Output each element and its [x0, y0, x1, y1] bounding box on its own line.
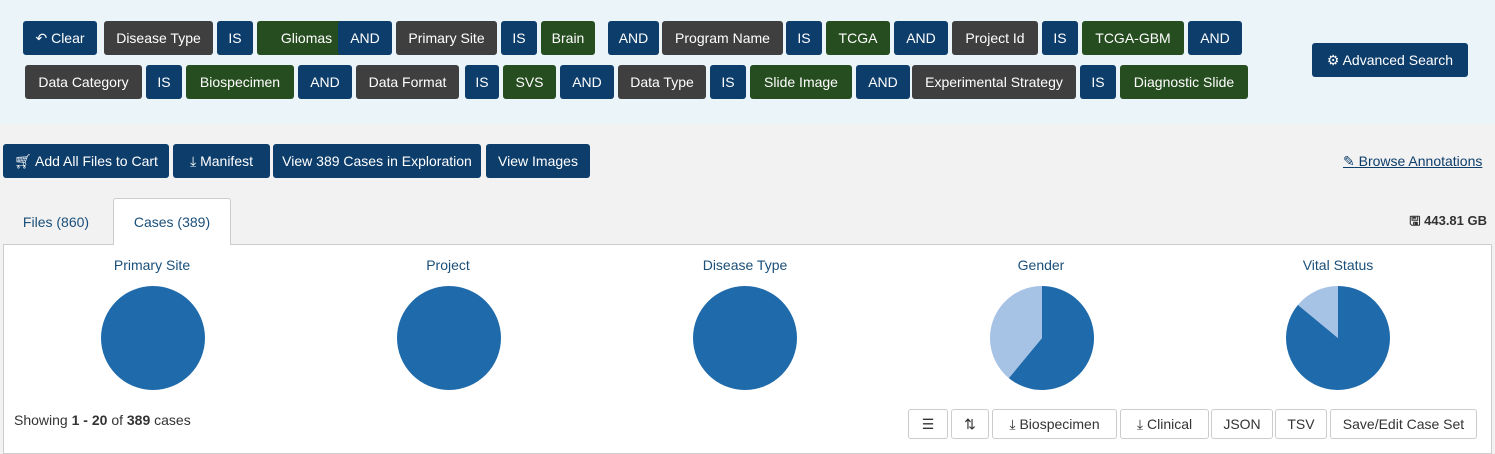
query-operator-chip[interactable]: IS: [146, 65, 182, 99]
download-clinical-button[interactable]: ⤓ Clinical: [1120, 409, 1209, 439]
edit-icon: ✎: [1343, 153, 1355, 169]
json-export-button[interactable]: JSON: [1211, 409, 1273, 439]
pie-slice[interactable]: [397, 286, 501, 390]
download-biospecimen-button[interactable]: ⤓ Biospecimen: [992, 409, 1117, 439]
range-dash: -: [83, 412, 88, 428]
pie-title-gender: Gender: [1017, 257, 1065, 273]
tab-cases[interactable]: Cases (389): [113, 198, 231, 245]
advanced-search-button[interactable]: ⚙ Advanced Search: [1312, 43, 1468, 77]
view-cases-exploration-button[interactable]: View 389 Cases in Exploration: [273, 144, 481, 178]
cart-icon: 🛒︎: [14, 153, 32, 169]
download-icon: ⤓: [189, 153, 197, 169]
manifest-label: Manifest: [200, 153, 253, 169]
gears-icon: ⚙: [1326, 52, 1340, 68]
total-size-value: 443.81 GB: [1424, 213, 1487, 228]
query-value-chip[interactable]: Slide Image: [750, 65, 852, 99]
tab-files[interactable]: Files (860): [8, 199, 104, 245]
save-edit-case-set-button[interactable]: Save/Edit Case Set: [1330, 409, 1477, 439]
query-operator-chip[interactable]: AND: [608, 21, 659, 55]
pie-title-disease-type: Disease Type: [702, 257, 788, 273]
query-field-chip[interactable]: Program Name: [662, 21, 783, 55]
save-disk-icon: 🖫: [1409, 213, 1421, 228]
query-operator-chip[interactable]: AND: [1188, 21, 1242, 55]
pie-chart-primary-site[interactable]: [100, 285, 206, 391]
query-value-chip[interactable]: Biospecimen: [186, 65, 294, 99]
browse-annotations-link[interactable]: ✎ Browse Annotations: [1343, 153, 1482, 170]
range-start: 1: [71, 412, 80, 428]
query-operator-chip[interactable]: IS: [465, 65, 499, 99]
query-field-chip[interactable]: Data Category: [25, 65, 142, 99]
total-file-size: 🖫 443.81 GB: [1409, 212, 1487, 234]
manifest-button[interactable]: ⤓ Manifest: [173, 144, 270, 178]
clear-label: Clear: [51, 30, 85, 46]
query-operator-chip[interactable]: IS: [710, 65, 746, 99]
sort-button[interactable]: ⇅: [951, 409, 989, 439]
query-value-chip[interactable]: TCGA: [826, 21, 890, 55]
advanced-search-label: Advanced Search: [1342, 52, 1454, 68]
query-operator-chip[interactable]: IS: [786, 21, 822, 55]
pie-chart-gender[interactable]: [989, 285, 1095, 391]
download-icon: ⤓: [1136, 416, 1144, 432]
query-operator-chip[interactable]: AND: [338, 21, 392, 55]
range-end: 20: [91, 412, 108, 428]
showing-prefix: Showing: [14, 412, 68, 428]
pie-chart-project[interactable]: [396, 285, 502, 391]
list-icon: ☰: [921, 416, 935, 432]
clear-query-button[interactable]: ↶ Clear: [23, 21, 97, 55]
query-bar: ↶ Clear Disease Type IS Gliomas AND Prim…: [0, 0, 1495, 124]
view-images-button[interactable]: View Images: [486, 144, 590, 178]
query-field-chip[interactable]: Disease Type: [104, 21, 213, 55]
query-field-chip[interactable]: Data Format: [356, 65, 459, 99]
query-operator-chip[interactable]: IS: [1042, 21, 1078, 55]
download-icon: ⤓: [1009, 416, 1016, 432]
query-operator-chip[interactable]: AND: [298, 65, 352, 99]
query-field-chip[interactable]: Project Id: [952, 21, 1038, 55]
query-value-chip[interactable]: Brain: [541, 21, 595, 55]
sort-icon: ⇅: [964, 416, 976, 432]
add-all-to-cart-button[interactable]: 🛒︎ Add All Files to Cart: [3, 144, 169, 178]
query-field-chip[interactable]: Primary Site: [396, 21, 497, 55]
clinical-label: Clinical: [1146, 416, 1193, 432]
pie-title-vital-status: Vital Status: [1302, 257, 1374, 273]
results-count: Showing 1 - 20 of 389 cases: [14, 412, 191, 428]
query-field-chip[interactable]: Data Type: [618, 65, 706, 99]
query-value-chip[interactable]: SVS: [503, 65, 556, 99]
query-field-chip[interactable]: Experimental Strategy: [912, 65, 1076, 99]
pie-title-primary-site: Primary Site: [113, 257, 191, 273]
query-operator-chip[interactable]: AND: [560, 65, 614, 99]
query-operator-chip[interactable]: IS: [217, 21, 253, 55]
query-operator-chip[interactable]: AND: [894, 21, 948, 55]
query-value-chip[interactable]: TCGA-GBM: [1082, 21, 1184, 55]
column-list-button[interactable]: ☰: [908, 409, 948, 439]
add-all-label: Add All Files to Cart: [34, 153, 158, 169]
undo-icon: ↶: [35, 30, 48, 46]
biospecimen-label: Biospecimen: [1019, 416, 1100, 432]
query-value-chip[interactable]: Diagnostic Slide: [1120, 65, 1248, 99]
query-operator-chip[interactable]: AND: [856, 65, 910, 99]
pie-chart-disease-type[interactable]: [692, 285, 798, 391]
results-total: 389: [126, 412, 151, 428]
query-operator-chip[interactable]: IS: [501, 21, 537, 55]
pie-chart-vital-status[interactable]: [1285, 285, 1391, 391]
browse-annotations-label: Browse Annotations: [1358, 153, 1483, 169]
query-operator-chip[interactable]: IS: [1080, 65, 1116, 99]
tsv-export-button[interactable]: TSV: [1275, 409, 1327, 439]
pie-slice[interactable]: [693, 286, 797, 390]
pie-title-project: Project: [426, 257, 470, 273]
pie-slice[interactable]: [101, 286, 205, 390]
results-unit: cases: [154, 412, 191, 428]
range-of: of: [111, 412, 123, 428]
